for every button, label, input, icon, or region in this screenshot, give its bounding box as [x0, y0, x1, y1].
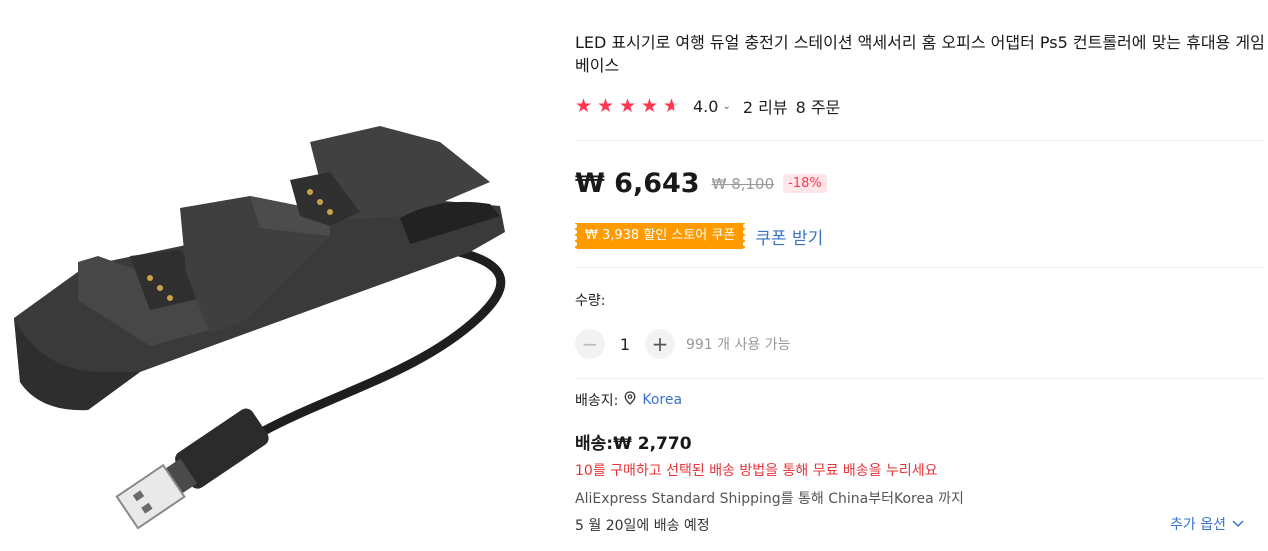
quantity-value[interactable]: 1	[605, 335, 645, 354]
current-price: ₩ 6,643	[575, 168, 700, 199]
price-row: ₩ 6,643 ₩ 8,100 -18%	[575, 168, 827, 199]
star-icon: ★	[597, 94, 615, 117]
quantity-stepper: − 1 + 991 개 사용 가능	[575, 329, 790, 359]
review-count[interactable]: 2 리뷰	[743, 94, 788, 118]
product-image-panel	[0, 0, 560, 551]
rating-row: ★ ★ ★ ★ ★ 4.0 ⌄ 2 리뷰 8 주문	[575, 95, 840, 117]
delivery-estimate: 5 월 20일에 배송 예정	[575, 518, 710, 534]
coupon-row: ₩ 3,938 할인 스토어 쿠폰 쿠폰 받기	[572, 223, 823, 249]
half-star-icon: ★	[663, 96, 685, 116]
more-options-label: 추가 옵션	[1170, 517, 1226, 533]
rating-stars[interactable]: ★ ★ ★ ★ ★	[575, 94, 685, 117]
divider	[575, 140, 1265, 141]
more-shipping-options-button[interactable]: 추가 옵션	[1170, 514, 1244, 534]
decrease-quantity-button[interactable]: −	[575, 329, 605, 359]
free-shipping-notice: 10를 구매하고 선택된 배송 방법을 통해 무료 배송을 누리세요	[575, 463, 938, 479]
ship-to-country[interactable]: Korea	[642, 392, 682, 408]
divider	[575, 267, 1265, 268]
get-coupon-link[interactable]: 쿠폰 받기	[755, 224, 823, 249]
product-info-panel: LED 표시기로 여행 듀얼 충전기 스테이션 액세서리 홈 오피스 어댑터 P…	[572, 0, 1265, 551]
rating-value[interactable]: 4.0	[693, 97, 718, 116]
order-count: 8 주문	[795, 98, 841, 117]
chevron-down-icon	[1232, 516, 1244, 532]
ship-to-label: 배송지:	[575, 393, 619, 409]
star-icon: ★	[575, 94, 593, 117]
location-pin-icon[interactable]	[624, 391, 636, 409]
product-image[interactable]	[0, 0, 560, 551]
increase-quantity-button[interactable]: +	[645, 329, 675, 359]
product-title: LED 표시기로 여행 듀얼 충전기 스테이션 액세서리 홈 오피스 어댑터 P…	[575, 33, 1265, 75]
star-icon: ★	[619, 94, 637, 117]
shipping-price: 배송:₩ 2,770	[575, 434, 692, 454]
ship-to-row: 배송지: Korea	[575, 390, 682, 410]
store-coupon-tag[interactable]: ₩ 3,938 할인 스토어 쿠폰	[572, 223, 748, 249]
available-stock: 991 개 사용 가능	[686, 337, 791, 353]
original-price: ₩ 8,100	[711, 174, 775, 193]
shipping-method: AliExpress Standard Shipping를 통해 China부터…	[575, 491, 964, 507]
quantity-label: 수량:	[575, 293, 606, 309]
rating-chevron-icon[interactable]: ⌄	[722, 101, 730, 112]
discount-badge: -18%	[783, 174, 827, 193]
divider	[575, 378, 1265, 379]
star-icon: ★	[641, 94, 659, 117]
